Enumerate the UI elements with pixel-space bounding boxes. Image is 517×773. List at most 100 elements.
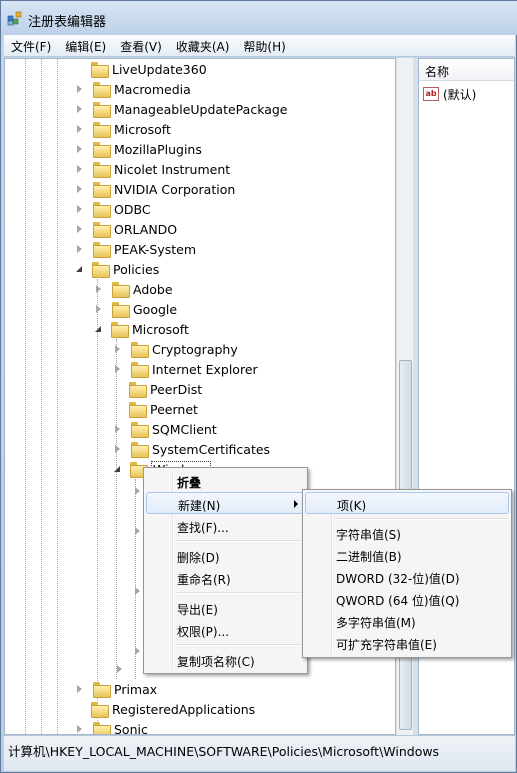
tree-item-label: Google: [133, 301, 178, 317]
tree-item[interactable]: Google: [94, 299, 177, 319]
tree-item-label: Internet Explorer: [152, 361, 258, 377]
expand-arrow-icon[interactable]: [77, 245, 82, 253]
folder-icon: [93, 142, 111, 158]
expand-arrow-icon[interactable]: [77, 85, 82, 93]
sub-dword-value[interactable]: DWORD (32-位)值(D): [305, 566, 509, 588]
ctx-export[interactable]: 导出(E): [146, 597, 305, 619]
folder-icon: [91, 62, 109, 78]
tree-guide-line: [25, 59, 26, 734]
menu-separator: [176, 644, 304, 646]
menu-view[interactable]: 查看(V): [113, 35, 169, 57]
tree-item[interactable]: ORLANDO: [75, 219, 177, 239]
tree-item[interactable]: Peernet: [113, 399, 198, 419]
menu-separator: [176, 592, 304, 594]
tree-item[interactable]: RegisteredApplications: [75, 699, 255, 719]
expand-arrow-icon[interactable]: [77, 105, 82, 113]
ctx-new[interactable]: 新建(N): [146, 492, 305, 514]
tree-item[interactable]: Cryptography: [113, 339, 238, 359]
expand-arrow-icon[interactable]: [115, 445, 120, 453]
folder-icon: [131, 342, 149, 358]
ctx-delete[interactable]: 删除(D): [146, 545, 305, 567]
title-bar[interactable]: 注册表编辑器: [1, 1, 517, 35]
tree-item-label: RegisteredApplications: [112, 701, 256, 717]
sub-binary-value[interactable]: 二进制值(B): [305, 544, 509, 566]
expand-arrow-icon[interactable]: [96, 285, 101, 293]
sub-expandable-string-value[interactable]: 可扩充字符串值(E): [305, 632, 509, 654]
ctx-collapse[interactable]: 折叠: [146, 470, 305, 492]
menu-file[interactable]: 文件(F): [4, 35, 58, 57]
tree-item[interactable]: Internet Explorer: [113, 359, 258, 379]
registry-editor-window: 注册表编辑器 文件(F) 编辑(E) 查看(V) 收藏夹(A) 帮助(H) Li…: [0, 0, 517, 773]
collapse-arrow-icon[interactable]: [95, 326, 101, 332]
ctx-find[interactable]: 查找(F)...: [146, 515, 305, 537]
expand-arrow-icon[interactable]: [77, 205, 82, 213]
expand-arrow-icon[interactable]: [135, 587, 140, 595]
tree-item[interactable]: Policies: [75, 259, 159, 279]
expand-arrow-icon[interactable]: [77, 725, 82, 733]
expand-arrow-icon[interactable]: [135, 527, 140, 535]
tree-item-label: Policies: [113, 261, 160, 277]
tree-item[interactable]: MozillaPlugins: [75, 139, 202, 159]
tree-item[interactable]: NVIDIA Corporation: [75, 179, 235, 199]
tree-item[interactable]: Adobe: [94, 279, 173, 299]
tree-item-label: NVIDIA Corporation: [114, 181, 236, 197]
tree-item[interactable]: PeerDist: [113, 379, 202, 399]
tree-item[interactable]: LiveUpdate360: [75, 59, 207, 79]
tree-item[interactable]: Microsoft: [75, 119, 171, 139]
folder-open-icon: [92, 262, 110, 278]
ctx-permissions[interactable]: 权限(P)...: [146, 619, 305, 641]
expand-arrow-icon[interactable]: [115, 365, 120, 373]
folder-icon: [112, 302, 130, 318]
expand-arrow-icon[interactable]: [96, 305, 101, 313]
expand-arrow-icon[interactable]: [77, 145, 82, 153]
folder-icon: [129, 382, 147, 398]
tree-item[interactable]: Nicolet Instrument: [75, 159, 230, 179]
menu-edit[interactable]: 编辑(E): [58, 35, 113, 57]
menu-favorites[interactable]: 收藏夹(A): [169, 35, 237, 57]
expand-arrow-icon[interactable]: [117, 665, 122, 673]
expand-arrow-icon[interactable]: [135, 487, 140, 495]
tree-item[interactable]: ODBC: [75, 199, 151, 219]
column-header-name[interactable]: 名称: [419, 59, 514, 81]
folder-icon: [91, 702, 109, 718]
ctx-copy-key-name[interactable]: 复制项名称(C): [146, 649, 305, 671]
sub-multi-string-value[interactable]: 多字符串值(M): [305, 610, 509, 632]
tree-item-label: PEAK-System: [114, 241, 196, 257]
tree-item-label: Macromedia: [114, 81, 191, 97]
expand-arrow-icon[interactable]: [135, 647, 140, 655]
tree-item-label: Primax: [114, 681, 158, 697]
tree-item-label: PeerDist: [150, 381, 203, 397]
folder-open-icon: [111, 322, 129, 338]
expand-arrow-icon[interactable]: [77, 125, 82, 133]
sub-qword-value[interactable]: QWORD (64 位)值(Q): [305, 588, 509, 610]
expand-arrow-icon[interactable]: [77, 685, 82, 693]
expand-arrow-icon[interactable]: [77, 185, 82, 193]
tree-item[interactable]: SQMClient: [113, 419, 217, 439]
tree-item[interactable]: Sonic: [75, 719, 148, 734]
context-menu: 折叠 新建(N) 查找(F)... 删除(D) 重命名(R) 导出(E) 权限(…: [143, 467, 308, 674]
tree-item[interactable]: ManageableUpdatePackage: [75, 99, 288, 119]
tree-item[interactable]: Macromedia: [75, 79, 191, 99]
expand-arrow-icon[interactable]: [115, 345, 120, 353]
tree-item[interactable]: Microsoft: [94, 319, 189, 339]
submenu-arrow-icon: [294, 500, 298, 508]
tree-guide-line: [97, 279, 98, 734]
folder-icon: [93, 102, 111, 118]
sub-string-value[interactable]: 字符串值(S): [305, 522, 509, 544]
tree-item[interactable]: SystemCertificates: [113, 439, 270, 459]
tree-item[interactable]: Primax: [75, 679, 157, 699]
tree-item-label: ManageableUpdatePackage: [114, 101, 288, 117]
folder-icon: [93, 222, 111, 238]
tree-item[interactable]: PEAK-System: [75, 239, 196, 259]
expand-arrow-icon[interactable]: [115, 425, 120, 433]
collapse-arrow-icon[interactable]: [76, 266, 82, 272]
expand-arrow-icon[interactable]: [77, 225, 82, 233]
list-item[interactable]: ab (默认): [423, 85, 476, 103]
tree-item-label: ODBC: [114, 201, 151, 217]
ctx-rename[interactable]: 重命名(R): [146, 567, 305, 589]
sub-new-key[interactable]: 项(K): [305, 492, 509, 514]
menu-help[interactable]: 帮助(H): [236, 35, 292, 57]
tree-item-label: MozillaPlugins: [114, 141, 202, 157]
expand-arrow-icon[interactable]: [77, 165, 82, 173]
collapse-arrow-icon[interactable]: [114, 466, 120, 472]
